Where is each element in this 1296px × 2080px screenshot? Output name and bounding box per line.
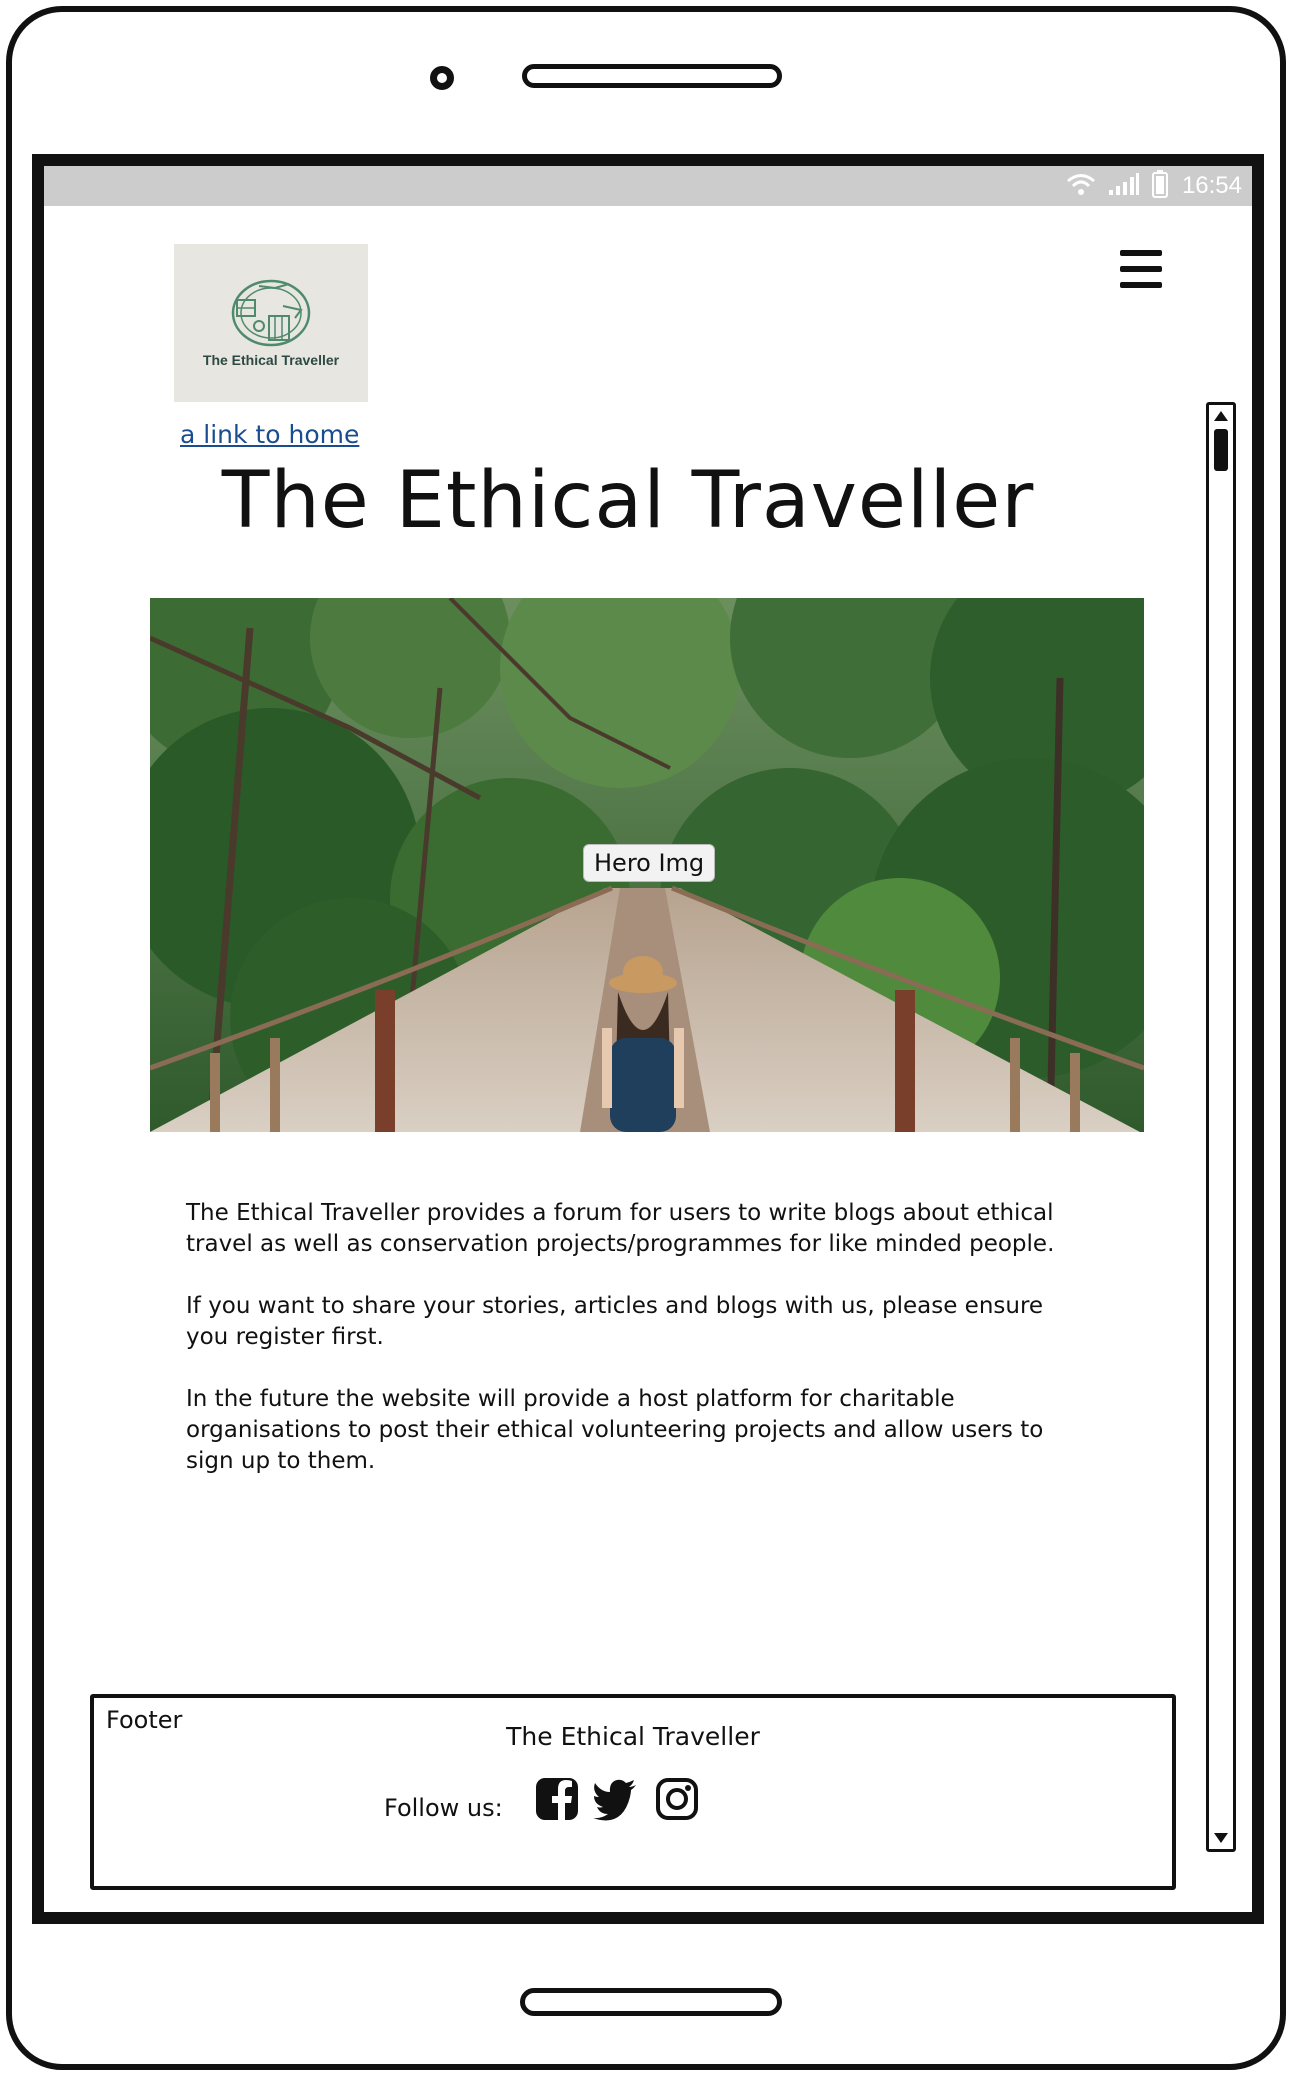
intro-paragraph-1: The Ethical Traveller provides a forum f… (186, 1200, 1055, 1257)
intro-text: The Ethical Traveller provides a forum f… (186, 1198, 1076, 1508)
scrollbar[interactable] (1206, 402, 1236, 1852)
footer-title: The Ethical Traveller (506, 1722, 760, 1751)
speaker-grille (522, 64, 782, 88)
device-home-button[interactable] (520, 1988, 782, 2016)
intro-paragraph-2: If you want to share your stories, artic… (186, 1293, 1044, 1350)
site-footer: Footer The Ethical Traveller Follow us: (90, 1694, 1176, 1890)
camera-icon (430, 66, 454, 90)
status-bar: 16:54 (44, 166, 1252, 206)
status-time: 16:54 (1181, 172, 1242, 199)
screen: 16:54 The Ethical Traveller a link to ho… (32, 154, 1264, 1924)
page-title: The Ethical Traveller (221, 456, 1035, 546)
intro-paragraph-3: In the future the website will provide a… (186, 1386, 1044, 1474)
twitter-icon[interactable] (592, 1776, 638, 1822)
logo-text: The Ethical Traveller (202, 352, 340, 368)
site-logo[interactable]: The Ethical Traveller (174, 244, 368, 402)
hamburger-menu-icon[interactable] (1120, 250, 1162, 288)
scroll-thumb[interactable] (1214, 429, 1228, 471)
battery-icon (1151, 170, 1168, 202)
instagram-icon[interactable] (654, 1776, 700, 1822)
scroll-up-icon[interactable] (1209, 405, 1233, 427)
signal-icon (1108, 172, 1140, 200)
hero-image: Hero Img (150, 598, 1144, 1132)
scroll-down-icon[interactable] (1209, 1827, 1233, 1849)
follow-label: Follow us: (384, 1794, 503, 1822)
wifi-icon (1066, 172, 1096, 200)
facebook-icon[interactable] (534, 1776, 580, 1822)
hero-image-label: Hero Img (583, 844, 716, 882)
globe-logo-icon (231, 279, 311, 347)
home-link[interactable]: a link to home (180, 420, 359, 449)
